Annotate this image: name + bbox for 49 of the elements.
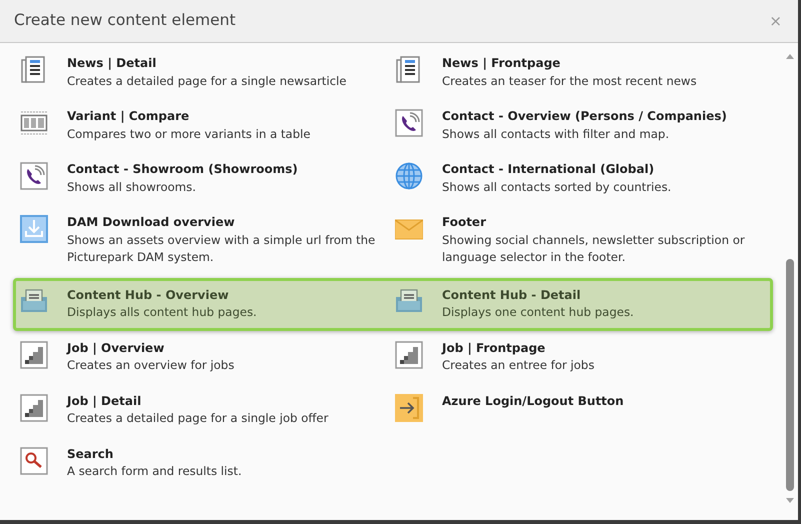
element-title: Content Hub - Overview <box>67 286 230 304</box>
element-description: Creates a detailed page for a single job offer <box>67 410 330 427</box>
stairs-icon <box>20 340 48 368</box>
element-description: Creates an overview for jobs <box>67 357 236 374</box>
element-row[interactable]: DAM Download overview Shows an assets overview with a simple url from the Picturepark DAM system. Footer Showing social channels, newsletter subscription or language selector in the footer. <box>13 205 773 276</box>
element-row[interactable]: Contact - Showroom (Showrooms) Shows all showrooms. Contact - International (Global) Shows all contacts sorted by countries. <box>13 152 773 205</box>
element-description: Creates an entree for jobs <box>442 357 596 374</box>
dialog-title: Create new content element <box>14 10 236 32</box>
element-title: News | Frontpage <box>442 55 562 72</box>
element-row[interactable]: News | Detail Creates a detailed page for a single newsarticle News | Frontpage Creates an teaser for the most recent news <box>13 46 773 99</box>
element-row[interactable]: Job | Detail Creates a detailed page for a single job offer Azure Login/Logout Button <box>13 384 773 436</box>
element-description: Shows all showrooms. <box>67 178 197 196</box>
element-title: Contact - Overview (Persons / Companies) <box>442 108 728 125</box>
element-description: Creates a detailed page for a single newsarticle <box>67 72 348 90</box>
element-title: Azure Login/Logout Button <box>442 392 625 410</box>
element-description: Compares two or more variants in a table <box>67 126 312 142</box>
columns-icon <box>20 109 48 137</box>
element-description: Shows all contacts sorted by countries. <box>442 178 672 196</box>
element-description: Displays one content hub pages. <box>442 304 635 321</box>
element-description: Shows an assets overview with a simple url from the Picturepark DAM system. <box>67 232 376 266</box>
phone-icon <box>20 162 48 190</box>
element-description: Creates an teaser for the most recent news <box>442 72 698 90</box>
element-title: Variant | Compare <box>67 108 190 125</box>
element-title: Job | Frontpage <box>442 340 546 357</box>
element-row[interactable]: Job | Overview Creates an overview for jobs Job | Frontpage Creates an entree for jobs <box>13 330 773 384</box>
element-title: Job | Detail <box>67 392 142 410</box>
element-row[interactable]: Search A search form and results list. <box>13 436 663 490</box>
phone-icon <box>395 109 423 137</box>
element-title: Footer <box>442 214 487 231</box>
stairs-icon <box>20 394 48 422</box>
element-title: Contact - International (Global) <box>442 161 656 178</box>
element-description: Showing social channels, newsletter subscription or language selector in the footer. <box>442 232 746 266</box>
element-description: A search form and results list. <box>67 463 243 480</box>
element-description: Displays alls content hub pages. <box>67 304 258 321</box>
element-title: Contact - Showroom (Showrooms) <box>67 161 299 178</box>
search-icon <box>20 446 48 474</box>
element-title: Content Hub - Detail <box>442 286 582 304</box>
element-title: DAM Download overview <box>67 214 236 231</box>
highlighted-row[interactable]: Content Hub - Overview Displays alls content hub pages. Content Hub - Detail Displays one content hub pages. <box>13 278 773 330</box>
element-title: Job | Overview <box>67 340 166 357</box>
element-title: Search <box>67 446 114 462</box>
element-description: Shows all contacts with filter and map. <box>442 126 670 142</box>
newspaper-icon <box>20 56 48 84</box>
newspaper-icon <box>395 56 423 84</box>
element-title: News | Detail <box>67 55 158 72</box>
download-icon <box>20 215 48 243</box>
globe-icon <box>395 162 423 190</box>
element-row[interactable]: Variant | Compare Compares two or more variants in a table Contact - Overview (Persons / Companies) Shows all contacts with filter and map. <box>13 99 773 152</box>
stairs-icon <box>395 340 423 368</box>
